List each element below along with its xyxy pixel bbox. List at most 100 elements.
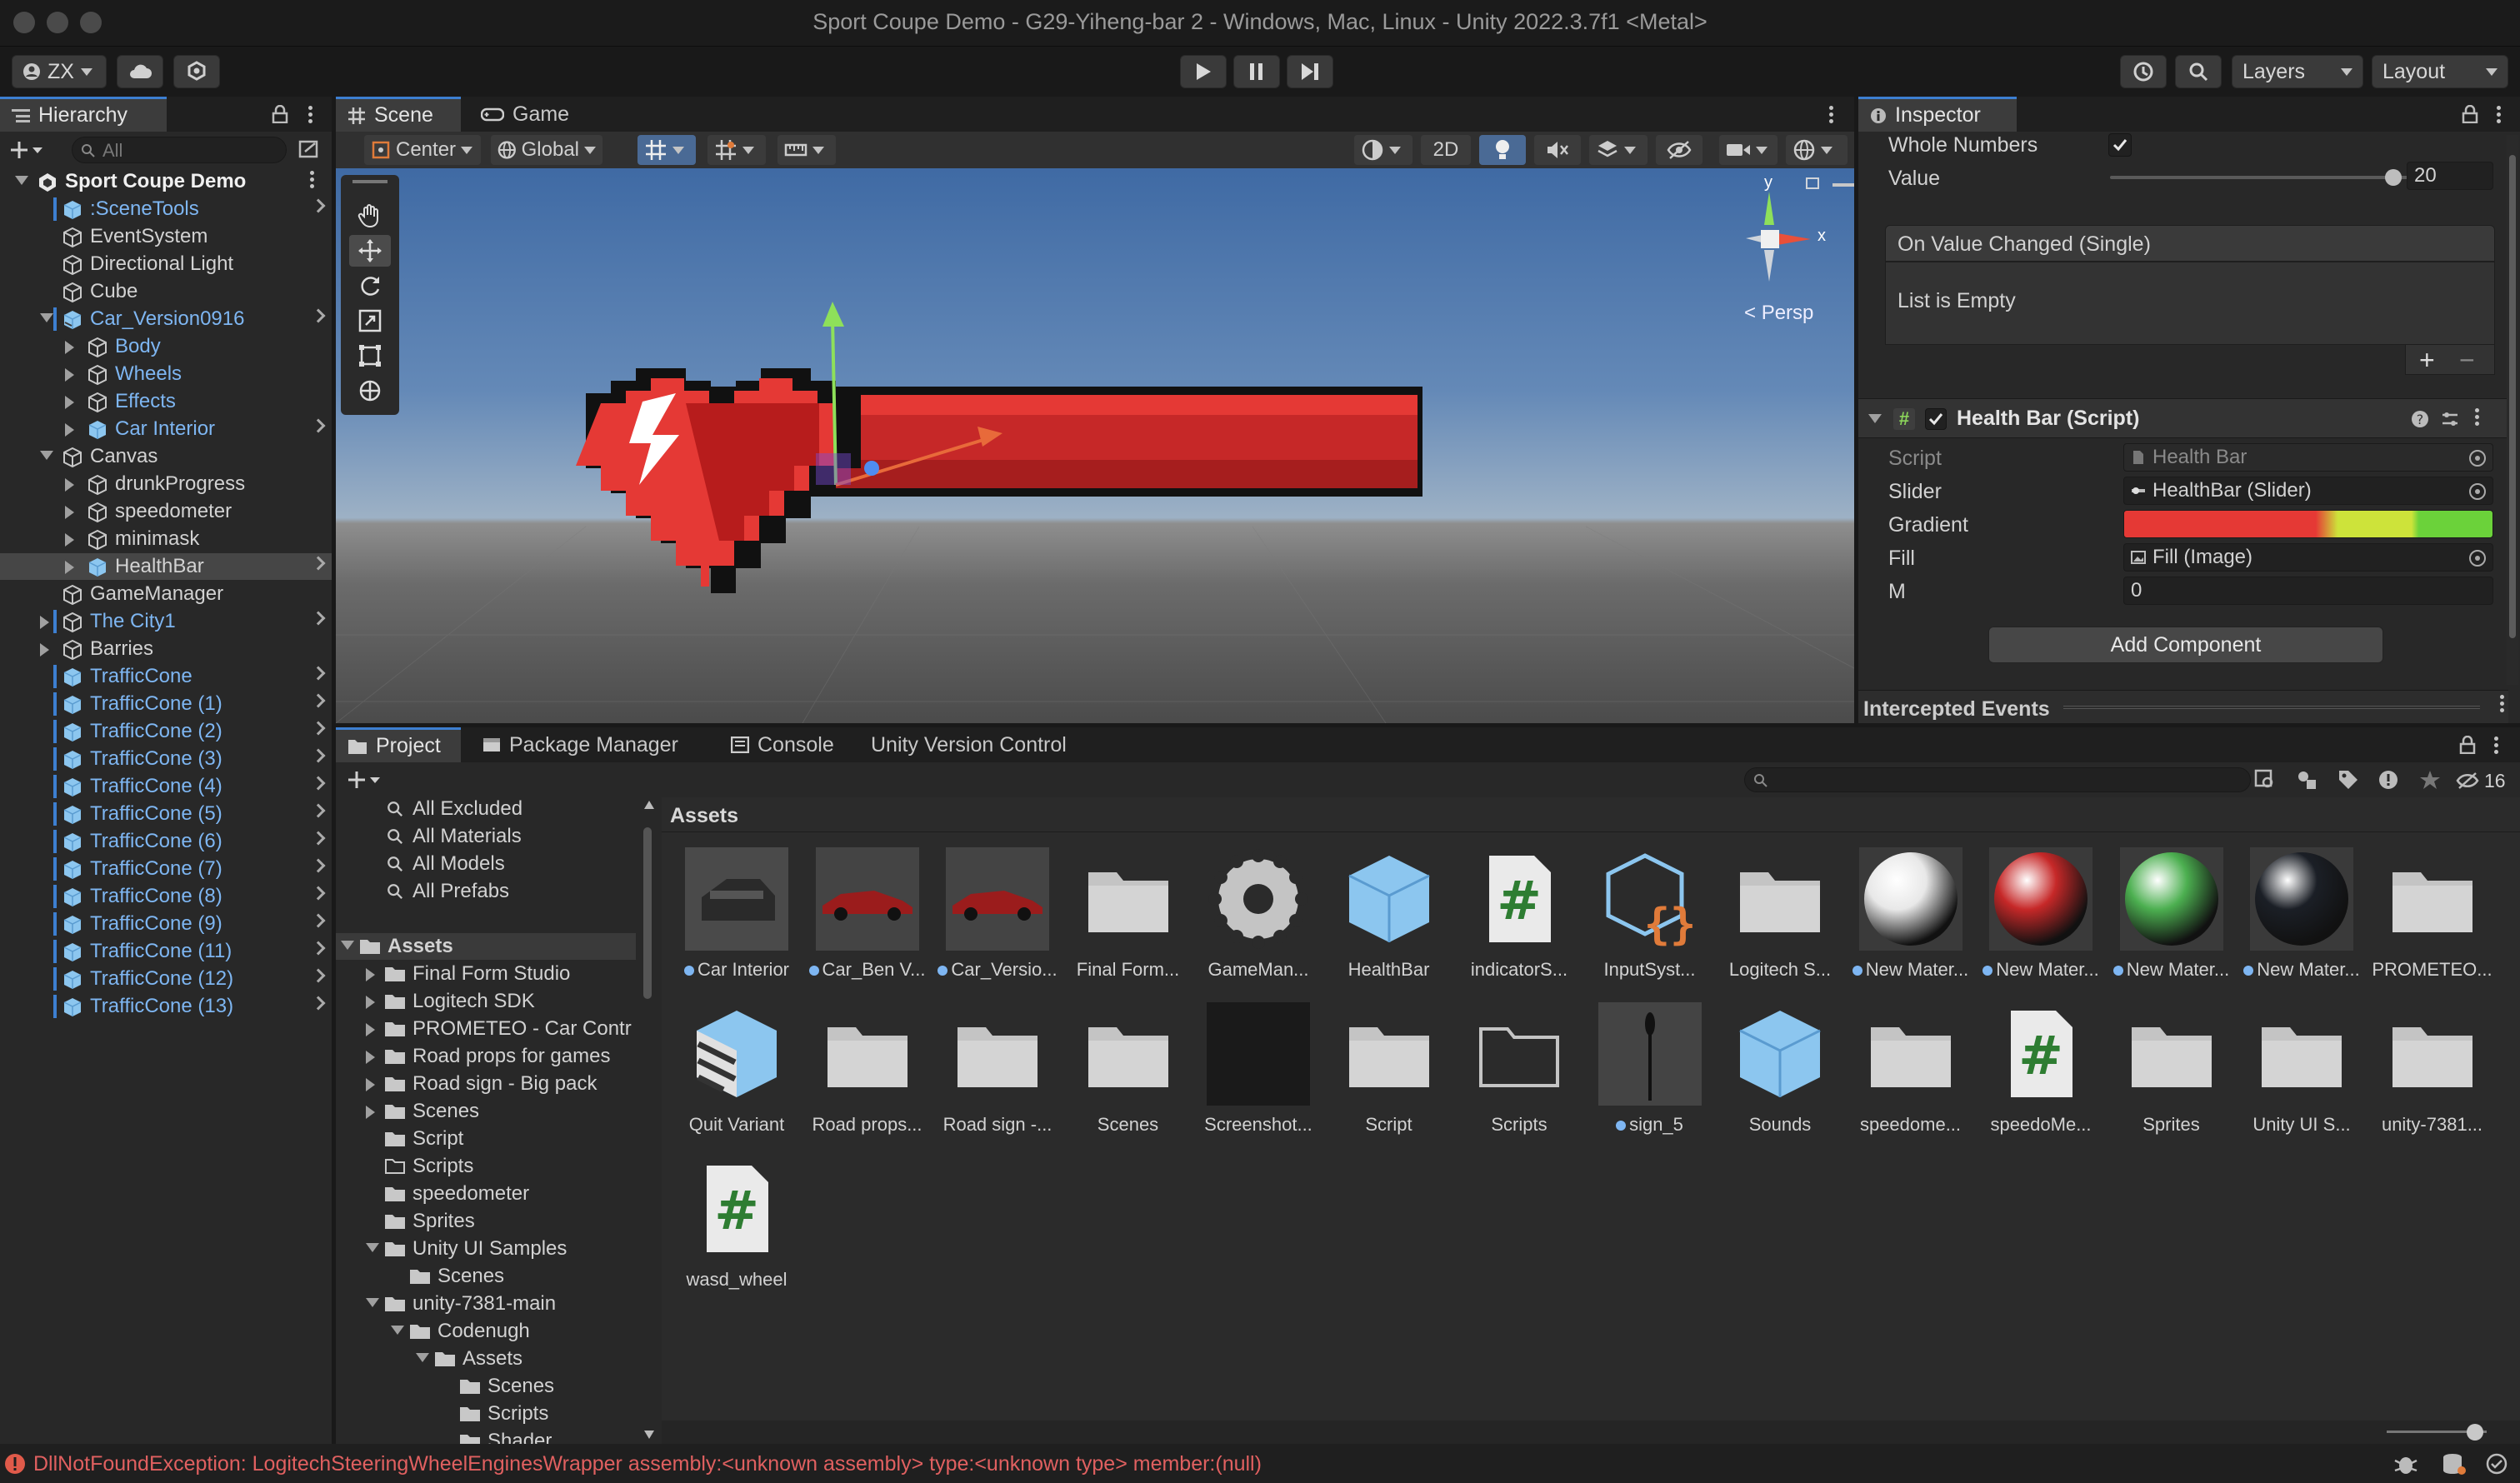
progress-check-icon[interactable] <box>2485 1452 2508 1476</box>
tab-inspector[interactable]: Inspector <box>1858 97 2017 132</box>
tree-item[interactable]: speedometer <box>336 1181 636 1207</box>
add-component-button[interactable]: Add Component <box>1988 627 2383 663</box>
expand-arrow-down-icon[interactable] <box>416 1353 429 1362</box>
expand-arrow-right-icon[interactable] <box>65 423 74 437</box>
asset-item[interactable]: speedome... <box>1844 994 1978 1152</box>
hierarchy-row[interactable]: EventSystem <box>0 223 332 250</box>
presets-icon[interactable] <box>2440 409 2460 429</box>
hierarchy-row[interactable]: TrafficCone (1) <box>0 691 332 717</box>
cache-server-icon[interactable] <box>2442 1452 2467 1476</box>
scale-tool-button[interactable] <box>349 305 391 337</box>
pivot-dropdown[interactable]: Center <box>364 135 481 165</box>
step-button[interactable] <box>1287 55 1333 88</box>
asset-item[interactable]: # indicatorS... <box>1452 839 1586 997</box>
rect-tool-button[interactable] <box>349 340 391 372</box>
expand-arrow-right-icon[interactable] <box>65 506 74 519</box>
lock-icon[interactable] <box>272 105 288 123</box>
asset-item[interactable]: Car Interior <box>670 839 803 997</box>
tree-item[interactable]: PROMETEO - Car Contr <box>336 1016 636 1042</box>
status-message[interactable]: DllNotFoundException: LogitechSteeringWh… <box>33 1452 1262 1476</box>
inspector-scrollbar[interactable] <box>2507 135 2518 685</box>
hierarchy-row[interactable]: TrafficCone (11) <box>0 938 332 965</box>
orientation-gizmo[interactable]: y x < Persp <box>1702 173 1836 342</box>
tree-item[interactable]: Scenes <box>336 1263 636 1290</box>
asset-item[interactable]: sign_5 <box>1583 994 1717 1152</box>
hierarchy-row[interactable]: TrafficCone (5) <box>0 801 332 827</box>
tab-hierarchy[interactable]: Hierarchy <box>0 97 167 132</box>
event-add-button[interactable]: + <box>2419 345 2435 376</box>
lock-icon[interactable] <box>2459 736 2476 754</box>
asset-item[interactable]: # speedoMe... <box>1974 994 2108 1152</box>
open-prefab-chevron-icon[interactable] <box>311 803 326 818</box>
expand-arrow-down-icon[interactable] <box>15 176 28 185</box>
cloud-button[interactable] <box>117 55 163 88</box>
hierarchy-row[interactable]: TrafficCone (9) <box>0 911 332 937</box>
asset-item[interactable]: HealthBar <box>1322 839 1456 997</box>
open-prefab-chevron-icon[interactable] <box>311 748 326 763</box>
open-prefab-chevron-icon[interactable] <box>311 858 326 873</box>
object-picker-icon[interactable] <box>2469 450 2486 467</box>
expand-arrow-right-icon[interactable] <box>65 478 74 492</box>
tab-scene[interactable]: Scene <box>336 97 461 132</box>
layers-dropdown[interactable]: Layers <box>2232 55 2363 88</box>
history-button[interactable] <box>2120 55 2167 88</box>
hierarchy-row[interactable]: TrafficCone (2) <box>0 718 332 745</box>
tab-package-manager[interactable]: Package Manager <box>471 727 690 762</box>
expand-arrow-right-icon[interactable] <box>366 1051 375 1064</box>
asset-item[interactable]: Sounds <box>1713 994 1847 1152</box>
grid-snap-toggle[interactable] <box>638 135 696 165</box>
expand-arrow-right-icon[interactable] <box>366 1078 375 1091</box>
expand-arrow-down-icon[interactable] <box>40 313 53 322</box>
increment-snap-toggle[interactable] <box>708 135 766 165</box>
asset-item[interactable]: Logitech S... <box>1713 839 1847 997</box>
field-fill[interactable]: Fill (Image) <box>2123 543 2493 572</box>
asset-item[interactable]: Road props... <box>801 994 934 1152</box>
move-tool-button[interactable] <box>349 235 391 267</box>
field-slider[interactable]: HealthBar (Slider) <box>2123 477 2493 505</box>
tree-scrollbar-thumb[interactable] <box>643 827 652 999</box>
asset-item[interactable]: PROMETEO... <box>2366 839 2499 997</box>
tree-header-assets[interactable]: Assets <box>336 933 636 960</box>
open-prefab-chevron-icon[interactable] <box>311 198 326 213</box>
hierarchy-row[interactable]: Wheels <box>0 361 332 387</box>
value-slider[interactable] <box>2110 165 2413 190</box>
intercepted-menu-icon[interactable] <box>2500 692 2505 715</box>
event-remove-button[interactable]: − <box>2459 345 2475 376</box>
hierarchy-row[interactable]: TrafficCone (4) <box>0 773 332 800</box>
effects-dropdown[interactable] <box>1589 135 1648 165</box>
hierarchy-row[interactable]: speedometer <box>0 498 332 525</box>
asset-item[interactable]: Final Form... <box>1062 839 1195 997</box>
hierarchy-row[interactable]: Effects <box>0 388 332 415</box>
tree-item[interactable]: Logitech SDK <box>336 988 636 1015</box>
expand-arrow-right-icon[interactable] <box>65 341 74 354</box>
hierarchy-row[interactable]: Directional Light <box>0 251 332 277</box>
expand-arrow-down-icon[interactable] <box>366 1298 379 1307</box>
expand-arrow-right-icon[interactable] <box>366 1023 375 1036</box>
tree-item[interactable]: Road props for games <box>336 1043 636 1070</box>
expand-arrow-right-icon[interactable] <box>40 643 49 657</box>
asset-item[interactable]: # wasd_wheel <box>670 1149 803 1307</box>
hierarchy-row[interactable]: Car_Version0916 <box>0 306 332 332</box>
hierarchy-row[interactable]: TrafficCone (12) <box>0 966 332 992</box>
camera-dropdown[interactable] <box>1719 135 1778 165</box>
open-prefab-chevron-icon[interactable] <box>311 941 326 956</box>
hierarchy-row[interactable]: drunkProgress <box>0 471 332 497</box>
label-tag-icon[interactable] <box>2338 769 2359 791</box>
open-prefab-chevron-icon[interactable] <box>311 886 326 901</box>
hierarchy-row[interactable]: TrafficCone (6) <box>0 828 332 855</box>
hierarchy-row[interactable]: Cube <box>0 278 332 305</box>
scene-menu-icon[interactable] <box>1829 103 1834 126</box>
tree-item[interactable]: Road sign - Big pack <box>336 1071 636 1097</box>
whole-numbers-checkbox[interactable] <box>2108 133 2132 157</box>
hierarchy-row[interactable]: Barries <box>0 636 332 662</box>
component-menu-icon[interactable] <box>2475 406 2480 428</box>
open-prefab-chevron-icon[interactable] <box>311 831 326 846</box>
audio-toggle[interactable] <box>1534 135 1581 165</box>
hierarchy-row[interactable]: TrafficCone (13) <box>0 993 332 1020</box>
asset-item[interactable]: Screenshot... <box>1192 994 1325 1152</box>
gizmos-dropdown[interactable] <box>1786 135 1848 165</box>
asset-item[interactable]: unity-7381... <box>2366 994 2499 1152</box>
scroll-up-icon[interactable] <box>644 801 654 809</box>
expand-arrow-down-icon[interactable] <box>366 1243 379 1252</box>
scroll-down-icon[interactable] <box>644 1431 654 1439</box>
